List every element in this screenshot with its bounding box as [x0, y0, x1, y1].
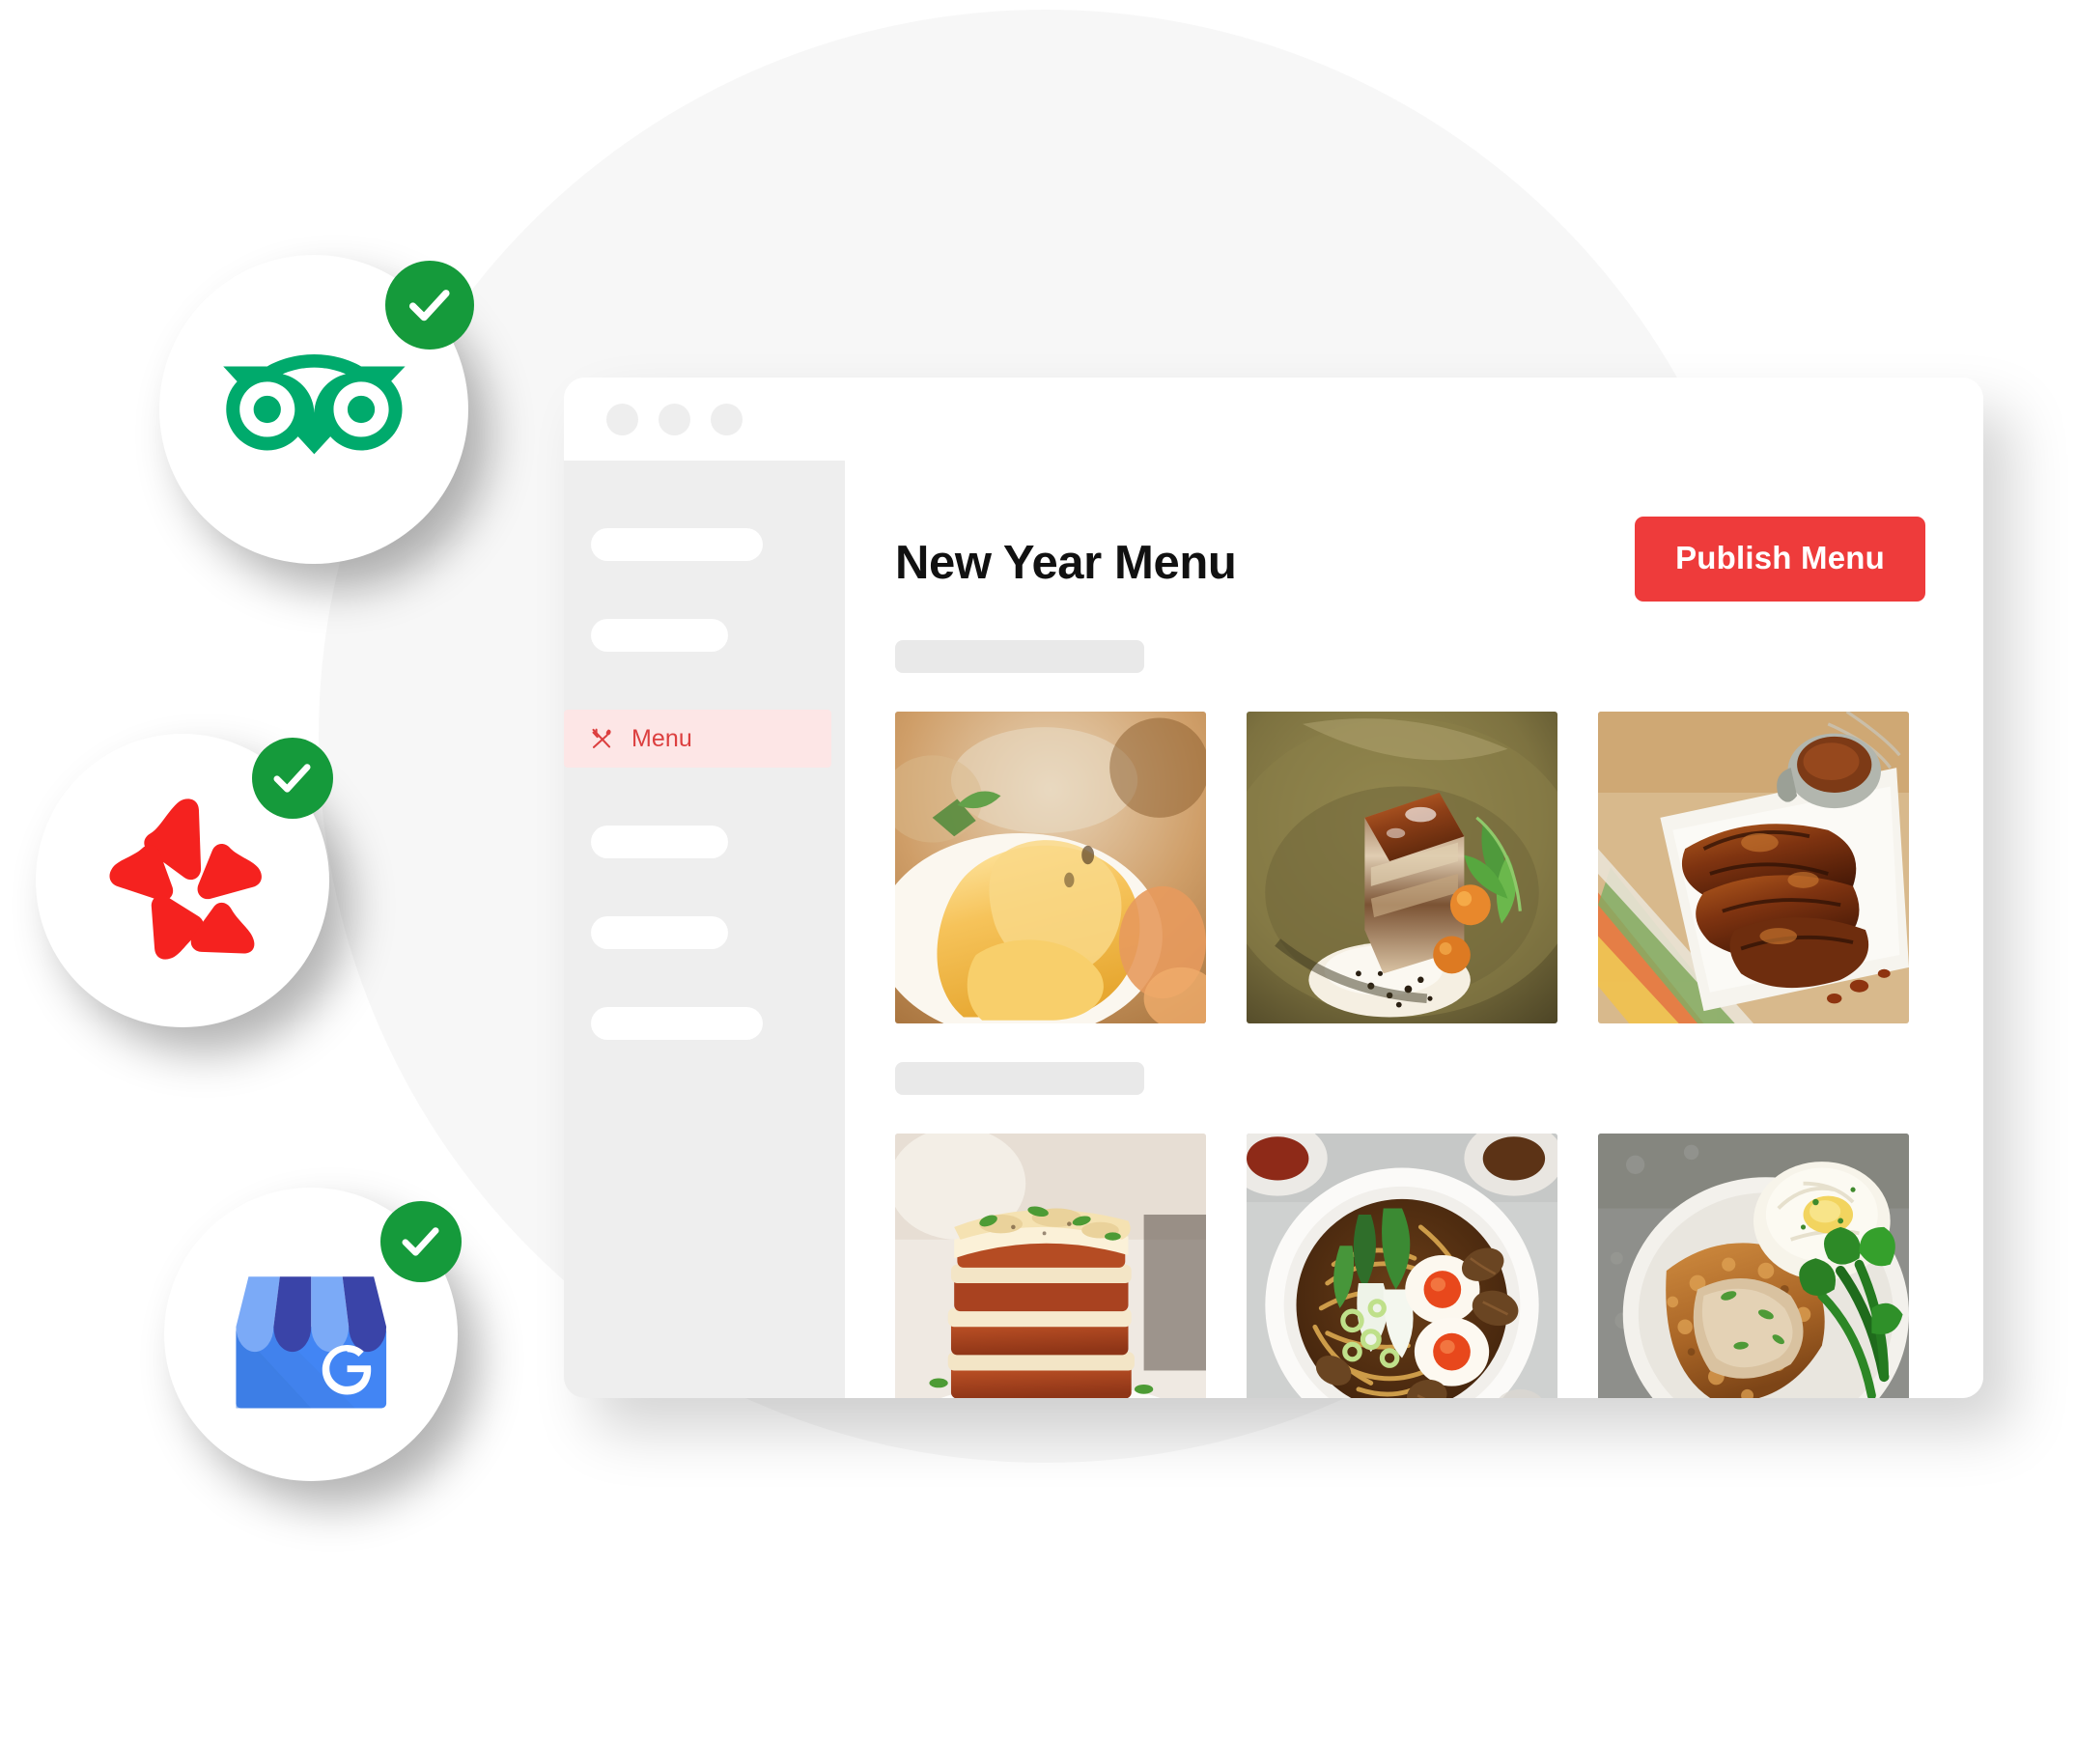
window-dot-maximize-icon[interactable] [711, 403, 743, 435]
screenshot-stage: Menu New Year Menu Publish Menu [0, 0, 2076, 1764]
sidebar-item-menu-label: Menu [631, 724, 692, 752]
menu-photo-ramen[interactable] [1247, 1134, 1557, 1398]
section-heading-placeholder [895, 640, 1144, 673]
page-title: New Year Menu [895, 537, 1237, 589]
sidebar-item-placeholder-1[interactable] [591, 528, 763, 561]
browser-window: Menu New Year Menu Publish Menu [564, 378, 1983, 1398]
window-dot-close-icon[interactable] [606, 403, 638, 435]
menu-photo-bbq-ribs[interactable] [1598, 712, 1909, 1023]
yelp-badge[interactable] [36, 734, 333, 1027]
menu-photo-fried-chicken-steak[interactable] [1598, 1134, 1909, 1398]
menu-photo-lasagna[interactable] [895, 1134, 1206, 1398]
sidebar-item-menu[interactable]: Menu [564, 710, 831, 768]
sidebar: Menu [564, 461, 845, 1398]
browser-body: Menu New Year Menu Publish Menu [564, 461, 1983, 1398]
section-heading-placeholder [895, 1062, 1144, 1095]
tripadvisor-owl-icon [215, 311, 413, 509]
sidebar-item-placeholder-4[interactable] [591, 916, 728, 949]
publish-menu-button[interactable]: Publish Menu [1635, 517, 1925, 602]
verified-check-icon [385, 261, 474, 350]
verified-check-icon [380, 1201, 462, 1282]
tripadvisor-badge[interactable] [159, 255, 474, 564]
yelp-burst-icon [89, 787, 277, 975]
sidebar-item-placeholder-2[interactable] [591, 619, 728, 652]
main-header: New Year Menu Publish Menu [895, 517, 1925, 602]
verified-check-icon [252, 738, 333, 819]
cutlery-icon [589, 726, 614, 751]
google-business-storefront-icon [217, 1241, 406, 1429]
menu-photo-eggs-benedict[interactable] [895, 712, 1206, 1023]
sidebar-item-placeholder-3[interactable] [591, 826, 728, 858]
sidebar-item-placeholder-5[interactable] [591, 1007, 763, 1040]
menu-photo-row-2 [895, 1134, 1925, 1398]
menu-photo-row-1 [895, 712, 1925, 1023]
menu-section-1 [895, 640, 1925, 1023]
menu-section-2 [895, 1062, 1925, 1398]
browser-titlebar [564, 378, 1983, 461]
main-content: New Year Menu Publish Menu [845, 461, 1983, 1398]
menu-photo-pork-belly[interactable] [1247, 712, 1557, 1023]
google-business-badge[interactable] [164, 1188, 462, 1481]
window-dot-minimize-icon[interactable] [659, 403, 690, 435]
